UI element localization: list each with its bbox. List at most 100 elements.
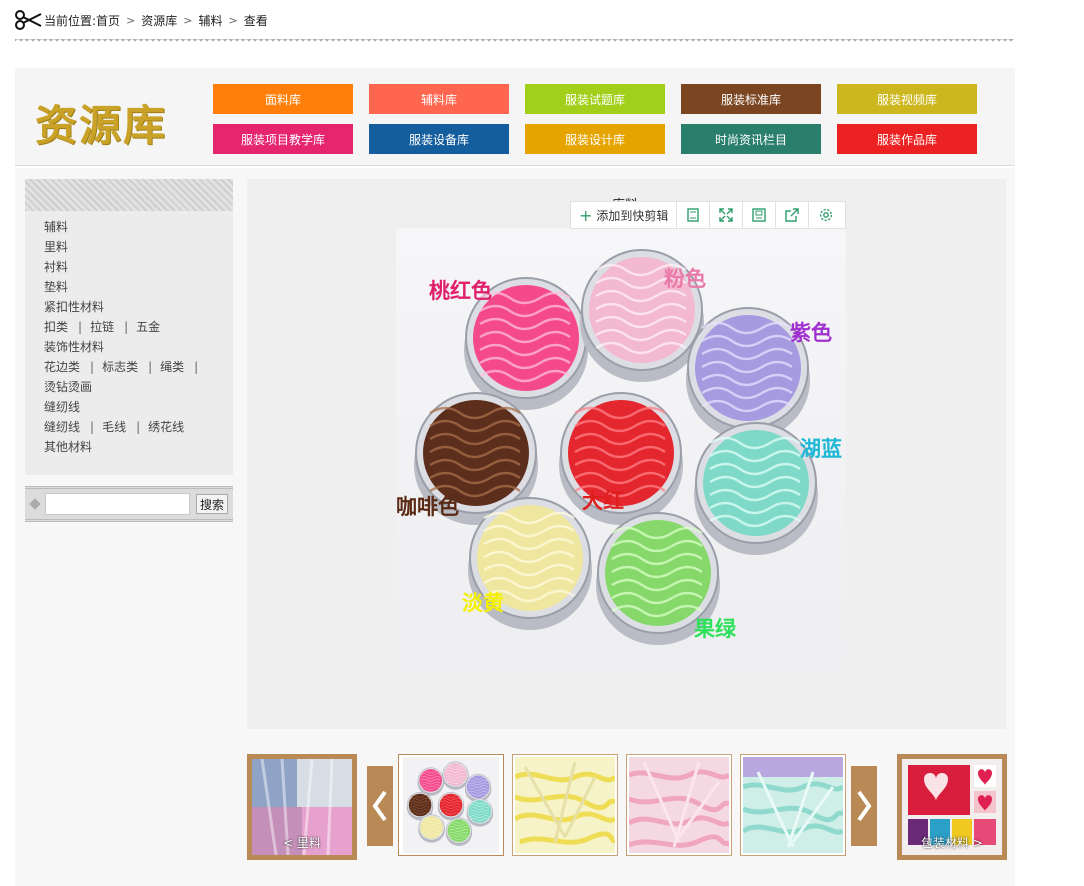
separator: | bbox=[90, 360, 95, 374]
category-row: 扣类 | 拉链 | 五金 bbox=[44, 317, 233, 337]
category-link[interactable]: 辅料 bbox=[44, 217, 68, 237]
settings-button[interactable] bbox=[809, 202, 842, 228]
nav-button[interactable]: 服装项目教学库 bbox=[213, 124, 353, 154]
nav-button[interactable]: 服装设计库 bbox=[525, 124, 665, 154]
separator: | bbox=[90, 420, 95, 434]
chevron-right-icon bbox=[857, 790, 872, 822]
diamond-icon bbox=[29, 498, 41, 510]
category-link[interactable]: 拉链 bbox=[90, 317, 114, 337]
tin bbox=[464, 773, 492, 803]
photo-color-label: 紫色 bbox=[790, 321, 832, 345]
photo-color-label: 果绿 bbox=[694, 617, 737, 641]
add-to-clip-button[interactable]: + 添加到快剪辑 bbox=[571, 202, 678, 228]
category-row: 垫料 bbox=[44, 277, 233, 297]
yellow-shred-thumbnail bbox=[513, 757, 617, 853]
next-item-label: 包装材料 bbox=[921, 836, 970, 850]
breadcrumb-category[interactable]: 辅料 bbox=[199, 12, 223, 29]
library-nav: 面料库 辅料库 服装试题库 服装标准库 服装视频库服装项目教学库 服装设备库 服装设计库 时尚… bbox=[213, 84, 977, 154]
category-link[interactable]: 紧扣性材料 bbox=[44, 297, 104, 317]
breadcrumb-prefix: 当前位置: bbox=[44, 13, 97, 28]
category-link[interactable]: 绳类 bbox=[160, 357, 184, 377]
separator: | bbox=[78, 320, 83, 334]
breadcrumb-library[interactable]: 资源库 bbox=[141, 12, 177, 29]
category-row: 其他材料 bbox=[44, 437, 233, 457]
nav-button[interactable]: 面料库 bbox=[213, 84, 353, 114]
zigzag-divider bbox=[15, 37, 1015, 47]
search-button[interactable]: 搜索 bbox=[196, 494, 228, 514]
shredded-paper-photo: 桃红色 粉色紫色湖蓝咖啡色 大红淡黄果绿 bbox=[396, 249, 842, 645]
thumbnail-2[interactable] bbox=[512, 754, 618, 856]
tin bbox=[417, 767, 444, 796]
category-link[interactable]: 缝纫线 bbox=[44, 417, 80, 437]
sidebar: 辅料 里料 衬料 垫料 紧扣性材料 扣类 | 拉链 | 五金装饰性材料 花边类 | 标志类 | 绳类 | 烫钻烫… bbox=[25, 179, 233, 475]
chevron-right-icon: > bbox=[126, 13, 136, 27]
separator: | bbox=[194, 360, 199, 374]
category-link[interactable]: 其他材料 bbox=[44, 437, 92, 457]
photo-color-label: 湖蓝 bbox=[800, 437, 842, 461]
share-button[interactable] bbox=[776, 202, 810, 228]
category-link[interactable]: 里料 bbox=[44, 237, 68, 257]
category-link[interactable]: 烫钻烫画 bbox=[44, 377, 92, 397]
nav-button[interactable]: 服装视频库 bbox=[837, 84, 977, 114]
prev-item-link[interactable]: < 里料 bbox=[247, 754, 357, 860]
prev-item-caption: < 里料 bbox=[283, 836, 321, 850]
category-link[interactable]: 绣花线 bbox=[148, 417, 184, 437]
category-link[interactable]: 缝纫线 bbox=[44, 397, 80, 417]
category-link[interactable]: 花边类 bbox=[44, 357, 80, 377]
thumbnail-1[interactable] bbox=[398, 754, 504, 856]
category-link[interactable]: 毛线 bbox=[102, 417, 126, 437]
library-logo: 资源库 bbox=[35, 101, 168, 150]
category-link[interactable]: 五金 bbox=[136, 317, 160, 337]
category-row: 紧扣性材料 bbox=[44, 297, 233, 317]
category-row: 里料 bbox=[44, 237, 233, 257]
category-link[interactable]: 扣类 bbox=[44, 317, 68, 337]
chevron-right-icon: > bbox=[228, 13, 238, 27]
separator: | bbox=[148, 360, 153, 374]
product-photo[interactable]: 桃红色 粉色 紫色 湖蓝 咖啡色 大红 淡黄 果绿 bbox=[396, 228, 846, 678]
category-row: 缝纫线 bbox=[44, 397, 233, 417]
photo-color-label: 淡黄 bbox=[462, 591, 504, 615]
gear-icon bbox=[819, 208, 833, 222]
separator: | bbox=[136, 420, 141, 434]
sidebar-header bbox=[25, 179, 233, 211]
expand-icon bbox=[719, 208, 734, 222]
plus-icon: + bbox=[579, 205, 593, 225]
prev-arrow-button[interactable] bbox=[367, 766, 393, 846]
fullscreen-button[interactable] bbox=[710, 202, 744, 228]
next-item-link[interactable]: 包装材料 > bbox=[897, 754, 1007, 860]
next-arrow-button[interactable] bbox=[851, 766, 877, 846]
chevron-right-icon: > bbox=[183, 13, 193, 27]
category-row: 烫钻烫画 bbox=[44, 377, 233, 397]
nav-button[interactable]: 服装标准库 bbox=[681, 84, 821, 114]
chevron-left-icon bbox=[372, 790, 387, 822]
tin bbox=[445, 817, 473, 846]
nav-button[interactable]: 服装作品库 bbox=[837, 124, 977, 154]
category-link[interactable]: 衬料 bbox=[44, 257, 68, 277]
search-input[interactable] bbox=[45, 493, 190, 515]
nav-button[interactable]: 辅料库 bbox=[369, 84, 509, 114]
thumbnail-4[interactable] bbox=[740, 754, 846, 856]
add-to-clip-label: 添加到快剪辑 bbox=[596, 208, 669, 223]
category-list: 辅料 里料 衬料 垫料 紧扣性材料 扣类 | 拉链 | 五金装饰性材料 花边类 | 标志类 | 绳类 | 烫钻烫… bbox=[25, 211, 233, 457]
copy-button[interactable] bbox=[677, 202, 711, 228]
content-area: 辅料 里料 衬料 垫料 紧扣性材料 扣类 | 拉链 | 五金 装饰性材料 花边类 | 标志类 | 绳类 | 烫钻烫… bbox=[15, 168, 1015, 886]
category-link[interactable]: 垫料 bbox=[44, 277, 68, 297]
nav-button[interactable]: 服装设备库 bbox=[369, 124, 509, 154]
save-icon bbox=[752, 208, 767, 222]
category-row: 缝纫线 | 毛线 | 绣花线 bbox=[44, 417, 233, 437]
next-item-caption: 包装材料 > bbox=[921, 836, 983, 850]
prev-item-label: 里料 bbox=[296, 836, 321, 850]
image-viewer: 库料 桃红色粉色紫色湖蓝咖啡色大红淡黄果绿 + 添加到快剪辑 bbox=[247, 179, 1006, 729]
nav-button[interactable]: 时尚资讯栏目 bbox=[681, 124, 821, 154]
category-link[interactable]: 标志类 bbox=[102, 357, 138, 377]
category-link[interactable]: 装饰性材料 bbox=[44, 337, 104, 357]
photo-color-label: 大红 bbox=[582, 489, 624, 513]
save-button[interactable] bbox=[743, 202, 777, 228]
share-icon bbox=[785, 208, 800, 222]
nav-button[interactable]: 服装试题库 bbox=[525, 84, 665, 114]
photo-color-label: 粉色 bbox=[664, 267, 706, 291]
thumbnail-3[interactable] bbox=[626, 754, 732, 856]
tin bbox=[466, 798, 494, 827]
thumbnail-image bbox=[403, 757, 499, 853]
breadcrumb-home[interactable]: 首页 bbox=[96, 12, 120, 29]
